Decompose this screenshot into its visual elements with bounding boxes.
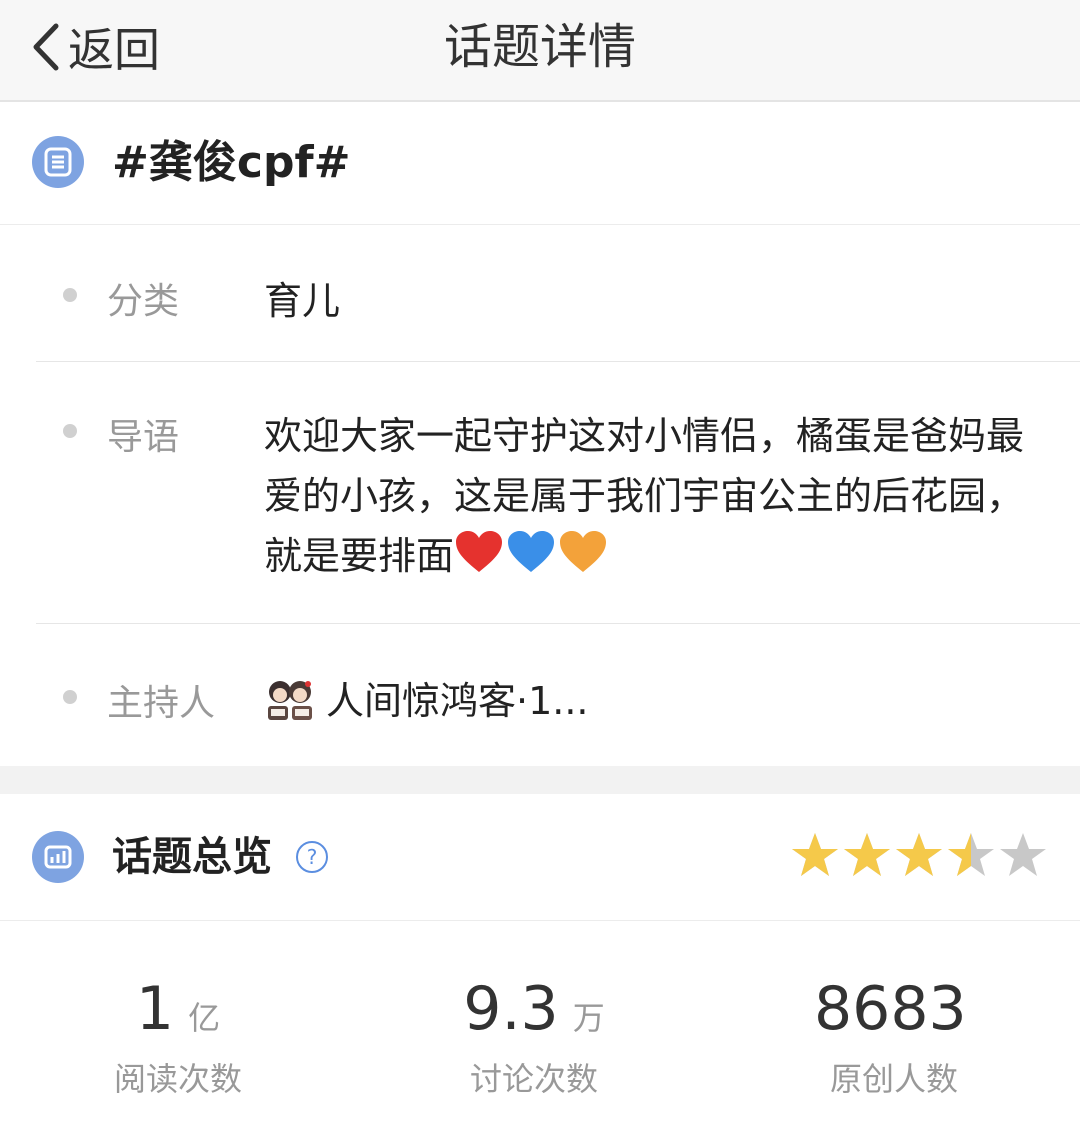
category-value: 育儿 [264,279,341,323]
section-separator [0,766,1080,794]
stat-label: 原创人数 [829,1060,958,1098]
star-icon [1000,833,1046,876]
help-icon[interactable]: ? [296,841,328,873]
star-icon [948,833,994,876]
stats-section: 1亿 阅读次数 9.3 万 讨论次数 8683 原创人数 [0,922,1080,1147]
chart-icon [32,831,84,883]
blue-heart-icon [508,531,555,572]
category-row: 分类 育儿 [0,226,1080,362]
host-avatar[interactable] [264,676,316,724]
star-icon [792,833,838,876]
stat-unit: 万 [572,999,605,1037]
host-row[interactable]: 主持人 人间惊鸿客·1... [0,624,1080,766]
stat-value: 1 [135,974,175,1044]
bullet-dot [63,690,77,704]
stat-label: 阅读次数 [113,1060,242,1098]
category-label: 分类 [107,281,180,322]
star-icon [896,833,942,876]
bullet-dot [63,288,77,302]
page-title: 话题详情 [443,19,636,75]
intro-label: 导语 [107,417,180,458]
topic-header: #龚俊cpf# [0,102,1080,225]
red-heart-icon [456,531,503,572]
stat-original-count: 8683 原创人数 [814,972,974,1100]
stat-value: 9.3 [463,974,559,1044]
stat-unit: 亿 [188,999,221,1037]
overview-header: 话题总览 ? [0,794,1080,921]
intro-text-body: 欢迎大家一起守护这对小情侣，橘蛋是爸妈最爱的小孩，这是属于我们宇宙公主的后花园，… [264,414,1025,578]
star-icon [844,833,890,876]
stat-discussion-count: 9.3 万 讨论次数 [454,972,614,1100]
intro-row: 导语 欢迎大家一起守护这对小情侣，橘蛋是爸妈最爱的小孩，这是属于我们宇宙公主的后… [0,362,1080,624]
overview-title: 话题总览 [112,834,272,880]
host-label: 主持人 [107,683,216,724]
rating-stars [790,831,1050,881]
bullet-dot [63,424,77,438]
stat-value: 8683 [814,974,967,1044]
intro-text: 欢迎大家一起守护这对小情侣，橘蛋是爸妈最爱的小孩，这是属于我们宇宙公主的后花园，… [264,406,1044,586]
host-name[interactable]: 人间惊鸿客·1... [326,670,589,725]
top-nav-bar: 返回 话题详情 [0,0,1080,102]
topic-title: #龚俊cpf# [112,137,351,188]
stat-label: 讨论次数 [469,1060,598,1098]
topic-list-icon [32,136,84,188]
orange-heart-icon [560,531,607,572]
stat-read-count: 1亿 阅读次数 [98,972,258,1100]
